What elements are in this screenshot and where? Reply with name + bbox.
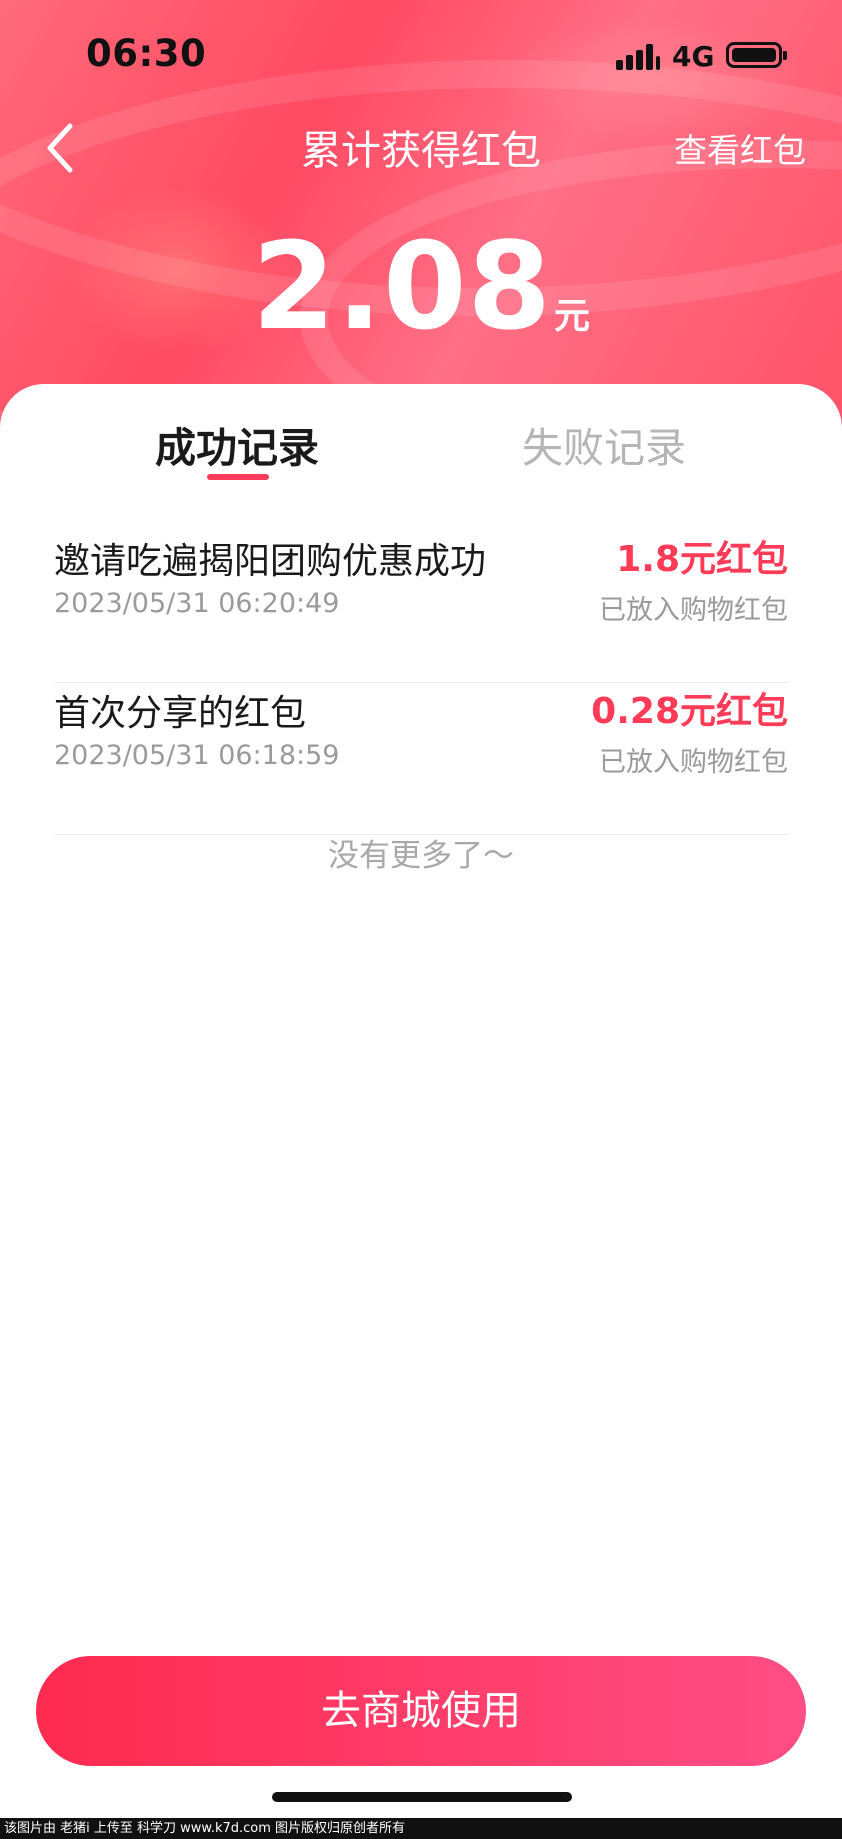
home-indicator (272, 1792, 572, 1802)
records-card: 成功记录 失败记录 邀请吃遍揭阳团购优惠成功 2023/05/31 06:20:… (0, 384, 842, 1839)
watermark-text: 该图片由 老猪i 上传至 科学刀 www.k7d.com 图片版权归原创者所有 (0, 1818, 842, 1839)
record-amount: 0.28元红包 (591, 691, 788, 732)
network-type: 4G (672, 40, 715, 73)
record-note: 已放入购物红包 (599, 595, 788, 626)
list-end-text: 没有更多了～ (328, 838, 514, 874)
go-to-mall-button[interactable]: 去商城使用 (36, 1656, 806, 1766)
list-item: 首次分享的红包 2023/05/31 06:18:59 0.28元红包 已放入购… (54, 684, 788, 835)
battery-icon (726, 42, 787, 68)
view-red-packets-link[interactable]: 查看红包 (674, 124, 806, 172)
record-title: 邀请吃遍揭阳团购优惠成功 (54, 541, 487, 582)
list-item: 邀请吃遍揭阳团购优惠成功 2023/05/31 06:20:49 1.8元红包 … (54, 532, 788, 683)
status-time: 06:30 (86, 32, 207, 75)
cellular-signal-icon (616, 42, 660, 70)
tab-failed-records[interactable]: 失败记录 (522, 414, 686, 474)
record-note: 已放入购物红包 (599, 747, 788, 778)
record-title: 首次分享的红包 (54, 693, 307, 734)
total-amount-value: 2.08 (251, 218, 553, 357)
record-time: 2023/05/31 06:20:49 (54, 588, 340, 619)
record-amount: 1.8元红包 (616, 539, 788, 580)
total-amount: 2.08元 (0, 218, 842, 357)
total-amount-unit: 元 (554, 296, 591, 337)
record-time: 2023/05/31 06:18:59 (54, 740, 340, 771)
active-tab-indicator (207, 474, 269, 480)
tab-success-records[interactable]: 成功记录 (155, 414, 319, 474)
